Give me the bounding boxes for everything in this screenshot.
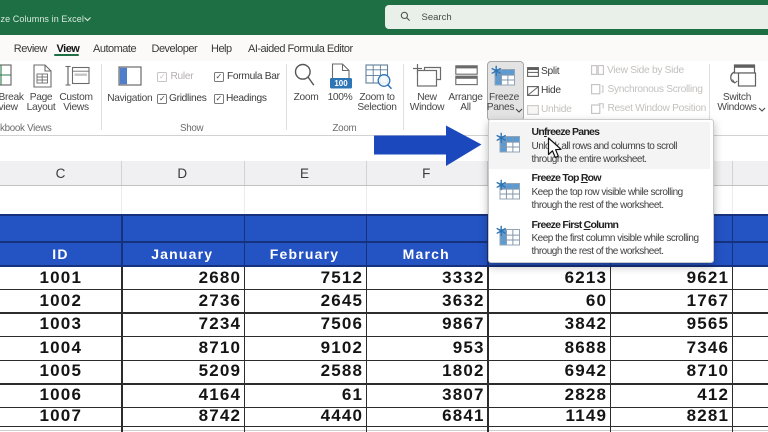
svg-text:100: 100 <box>334 79 348 88</box>
